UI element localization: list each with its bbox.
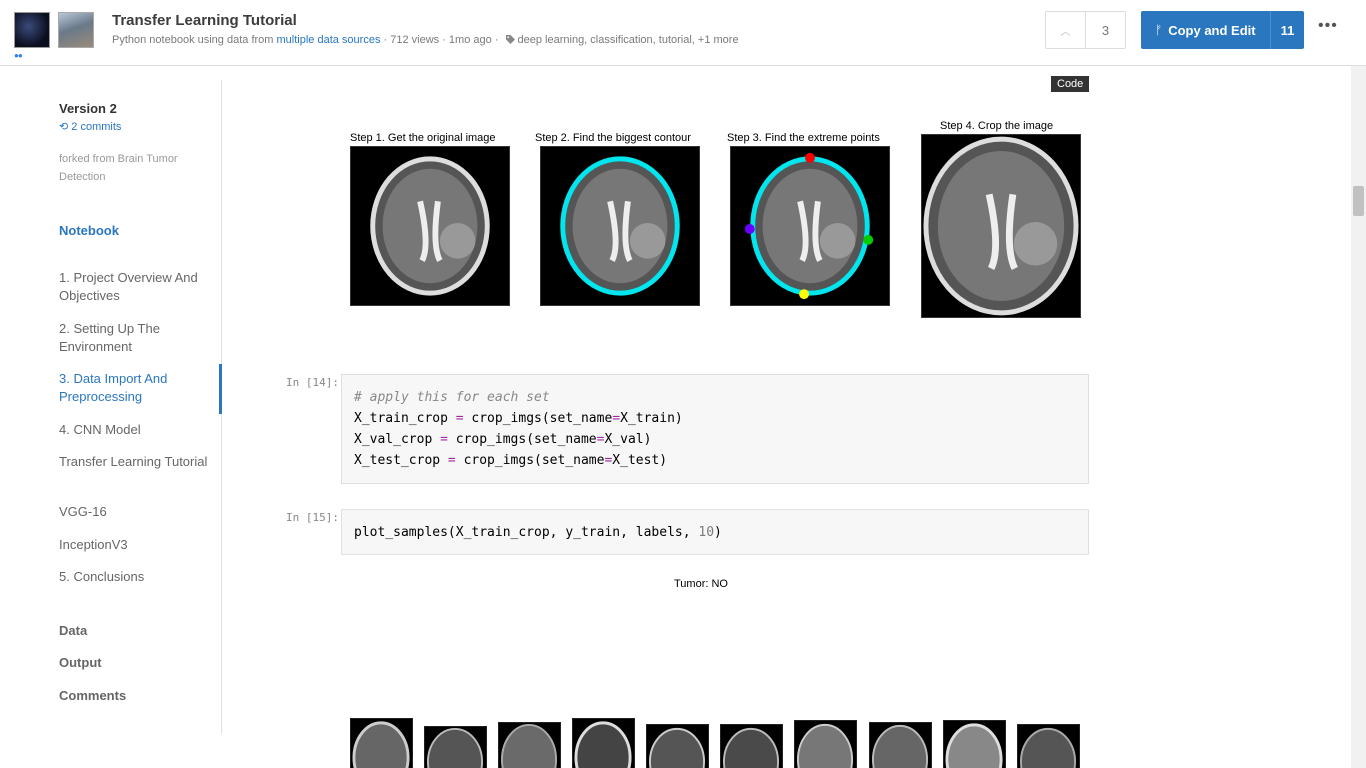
- chevron-up-icon: ︿: [1060, 26, 1071, 38]
- sample-thumbnail: [943, 720, 1006, 768]
- toc-item-vgg16[interactable]: VGG-16: [59, 503, 209, 521]
- toc-item-conclusions[interactable]: 5. Conclusions: [59, 568, 209, 586]
- collaborators-dots-icon: ●●: [14, 51, 23, 60]
- notebook-subtitle: Python notebook using data from multiple…: [112, 34, 739, 46]
- notebook-heading[interactable]: Notebook: [59, 223, 119, 238]
- code-line: X_train_crop = crop_imgs(set_name=X_trai…: [354, 411, 683, 426]
- cell-15-prompt: In [15]:: [286, 511, 339, 524]
- sample-thumbnail: [1017, 724, 1080, 768]
- collaborator-avatar[interactable]: [58, 12, 94, 48]
- version-label: Version 2: [59, 101, 117, 116]
- toc-item-setting-up[interactable]: 2. Setting Up The Environment: [59, 320, 209, 356]
- cell-14-prompt: In [14]:: [286, 376, 339, 389]
- copy-and-edit-button[interactable]: ᚠ Copy and Edit 11: [1141, 11, 1304, 49]
- data-sources-link[interactable]: multiple data sources: [277, 34, 381, 46]
- commits-label: 2 commits: [71, 121, 122, 133]
- fork-count: 11: [1270, 11, 1304, 49]
- mri-cropped-image: [921, 134, 1081, 318]
- toc-active-indicator: [219, 364, 222, 414]
- toc-item-inceptionv3[interactable]: InceptionV3: [59, 536, 209, 554]
- copy-and-edit-label: Copy and Edit: [1168, 22, 1256, 38]
- commits-link[interactable]: ⟲ 2 commits: [59, 120, 121, 133]
- tags-list[interactable]: deep learning, classification, tutorial,: [518, 34, 695, 46]
- sample-thumbnail: [498, 722, 561, 768]
- vote-count[interactable]: 3: [1085, 11, 1126, 49]
- code-line: X_test_crop = crop_imgs(set_name=X_test): [354, 453, 668, 468]
- code-toggle-tooltip[interactable]: Code: [1051, 76, 1090, 92]
- sidebar-section-comments[interactable]: Comments: [59, 688, 126, 703]
- page-scrollbar[interactable]: [1351, 66, 1366, 768]
- notebook-header: ●● Transfer Learning Tutorial Python not…: [0, 0, 1366, 66]
- subtitle-prefix: Python notebook using data from: [112, 34, 277, 46]
- output-plot-title: Tumor: NO: [674, 578, 728, 590]
- sample-thumbnail: [869, 722, 932, 768]
- mri-original-image: [350, 146, 510, 306]
- fork-icon: ᚠ: [1155, 23, 1163, 37]
- code-line: X_val_crop = crop_imgs(set_name=X_val): [354, 432, 652, 447]
- tag-icon: [505, 35, 515, 44]
- page-title: Transfer Learning Tutorial: [112, 12, 297, 29]
- step-3-label: Step 3. Find the extreme points: [727, 132, 880, 144]
- sidebar-section-data[interactable]: Data: [59, 623, 87, 638]
- history-icon: ⟲: [59, 121, 69, 133]
- sample-thumbnail: [646, 724, 709, 768]
- sample-thumbnail: [572, 718, 635, 768]
- scrollbar-thumb[interactable]: [1353, 186, 1364, 216]
- sidebar: Version 2 ⟲ 2 commits forked from Brain …: [0, 80, 222, 734]
- sidebar-section-output[interactable]: Output: [59, 655, 102, 670]
- toc-item-data-import[interactable]: 3. Data Import And Preprocessing: [59, 370, 209, 406]
- forked-from[interactable]: forked from Brain Tumor Detection: [59, 150, 209, 186]
- tags-more[interactable]: +1 more: [695, 34, 739, 46]
- code-cell-14[interactable]: # apply this for each set X_train_crop =…: [341, 374, 1089, 484]
- step-1-label: Step 1. Get the original image: [350, 132, 496, 144]
- subtitle-stats: · 712 views · 1mo ago ·: [380, 34, 502, 46]
- more-options-icon[interactable]: •••: [1318, 17, 1338, 35]
- code-comment: # apply this for each set: [354, 390, 550, 405]
- step-2-label: Step 2. Find the biggest contour: [535, 132, 691, 144]
- sample-thumbnail: [424, 726, 487, 768]
- code-cell-15[interactable]: plot_samples(X_train_crop, y_train, labe…: [341, 509, 1089, 555]
- toc-item-cnn-model[interactable]: 4. CNN Model: [59, 421, 209, 439]
- upvote-button[interactable]: ︿: [1045, 11, 1086, 49]
- code-line: plot_samples(X_train_crop, y_train, labe…: [354, 525, 722, 540]
- sample-thumbnail: [794, 720, 857, 768]
- sample-thumbnail: [350, 718, 413, 768]
- step-4-label: Step 4. Crop the image: [940, 120, 1054, 132]
- mri-extreme-points-image: [730, 146, 890, 306]
- sample-thumbnail: [720, 724, 783, 768]
- toc-item-transfer-learning[interactable]: Transfer Learning Tutorial: [59, 453, 209, 471]
- author-avatar[interactable]: [14, 12, 50, 48]
- mri-contour-image: [540, 146, 700, 306]
- toc-item-project-overview[interactable]: 1. Project Overview And Objectives: [59, 269, 209, 305]
